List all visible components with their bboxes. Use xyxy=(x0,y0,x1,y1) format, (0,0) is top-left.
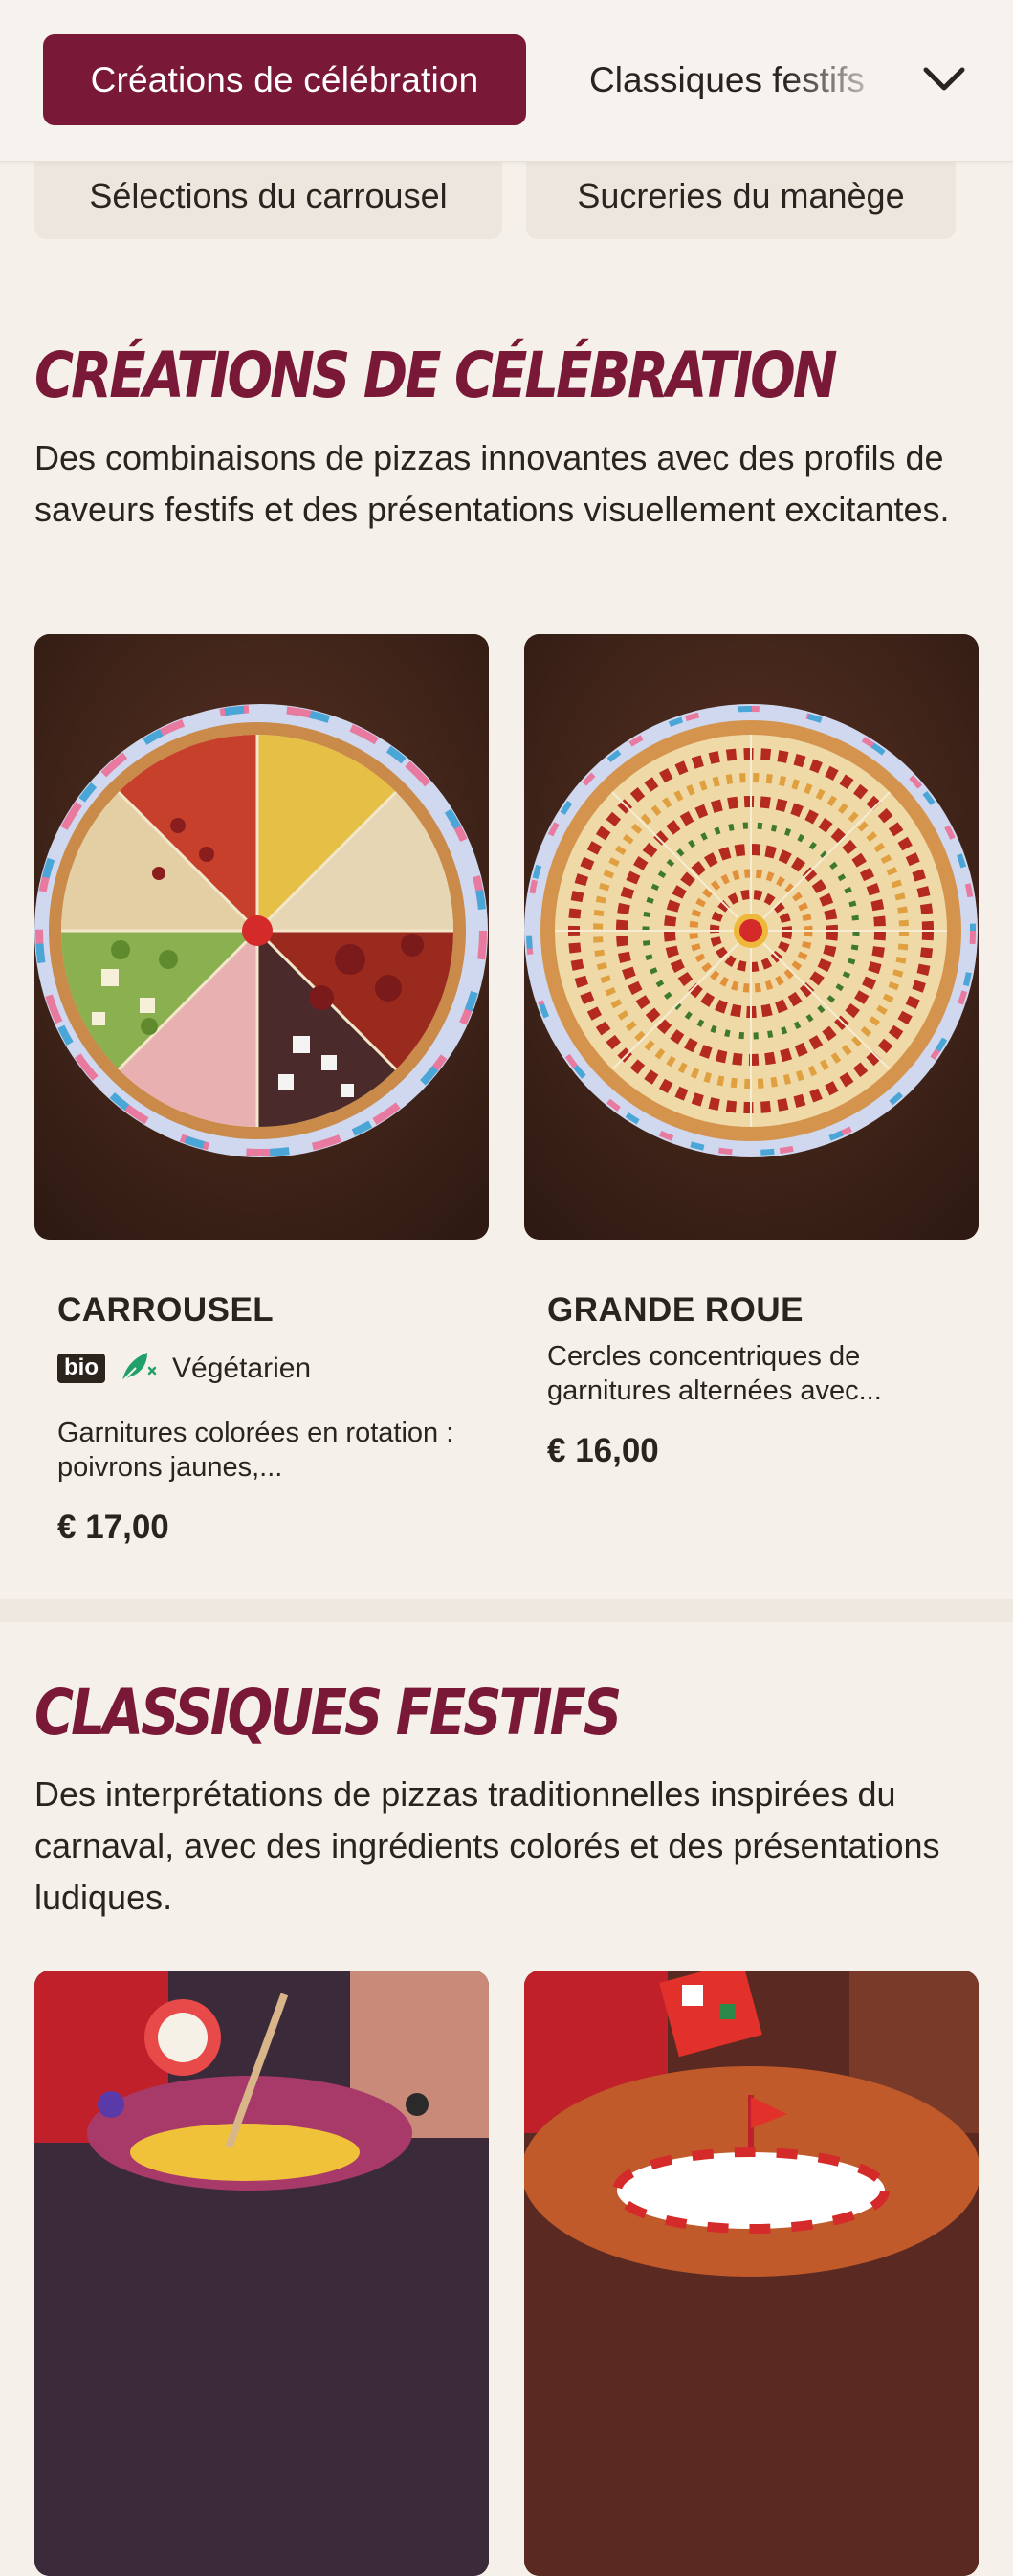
classiques-pizza-image-2[interactable] xyxy=(524,1971,979,2576)
carrousel-pizza-image[interactable] xyxy=(34,634,489,1240)
category-nav: Créations de célébration Classiques fest… xyxy=(0,0,1013,162)
tab-selections-du-carrousel[interactable]: Sélections du carrousel xyxy=(34,153,502,239)
section-divider xyxy=(0,1599,1013,1622)
section-description-creations: Des combinaisons de pizzas innovantes av… xyxy=(34,438,950,529)
grande-roue-pizza-image[interactable] xyxy=(524,634,979,1240)
section-title-creations: Créations de célébration xyxy=(34,340,838,413)
vegetarian-label: Végétarien xyxy=(172,1352,312,1384)
section-title-classiques: Classiques festifs xyxy=(34,1677,622,1750)
item-price-carrousel: € 17,00 xyxy=(57,1508,169,1546)
item-name-grande-roue[interactable]: GRANDE ROUE xyxy=(547,1291,804,1330)
tab-classiques-festifs[interactable]: Classiques festifs xyxy=(589,34,905,125)
tab-sucreries-du-manege[interactable]: Sucreries du manège xyxy=(526,153,956,239)
bio-badge: bio xyxy=(57,1354,105,1383)
tab-creations-de-celebration[interactable]: Créations de célébration xyxy=(43,34,526,125)
item-name-carrousel[interactable]: CARROUSEL xyxy=(57,1291,274,1330)
chevron-down-icon[interactable] xyxy=(920,55,968,103)
leaf-icon xyxy=(119,1349,159,1388)
classiques-pizza-image-1[interactable] xyxy=(34,1971,489,2576)
item-description-carrousel: Garnitures colorées en rotation : poivro… xyxy=(57,1418,454,1483)
item-description-grande-roue: Cercles concentriques de garnitures alte… xyxy=(547,1341,882,1406)
section-description-classiques: Des interprétations de pizzas traditionn… xyxy=(34,1774,940,1917)
item-badges: bio Végétarien xyxy=(57,1349,311,1388)
item-price-grande-roue: € 16,00 xyxy=(547,1432,659,1469)
